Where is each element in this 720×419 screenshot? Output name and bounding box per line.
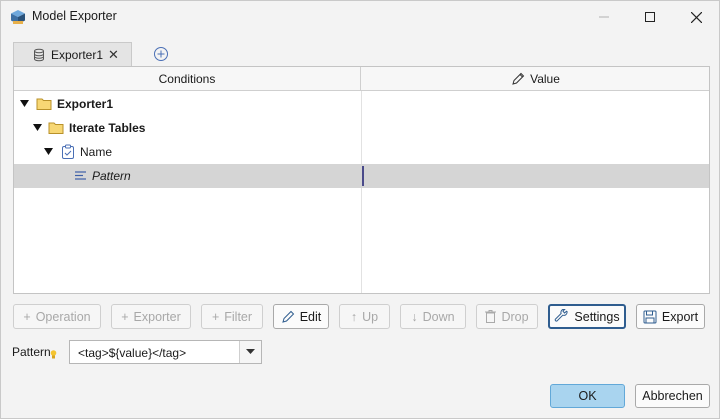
export-button[interactable]: Export [636, 304, 705, 329]
add-operation-button[interactable]: + Operation [13, 304, 101, 329]
text-lines-icon [75, 171, 86, 180]
add-exporter-button[interactable]: + Exporter [111, 304, 191, 329]
model-exporter-window: Model Exporter Exporter1 ✕ Conditions Va… [0, 0, 720, 419]
drop-button[interactable]: Drop [476, 304, 538, 329]
plus-icon: + [121, 309, 129, 324]
ok-label: OK [578, 389, 597, 403]
trash-icon [485, 310, 497, 323]
plus-icon: + [211, 309, 220, 324]
pencil-icon [281, 310, 295, 324]
column-conditions-label: Conditions [158, 72, 216, 86]
export-label: Export [661, 309, 699, 324]
pattern-combobox[interactable]: <tag>${value}</tag> [69, 340, 262, 364]
tree-row-label: Iterate Tables [69, 121, 146, 135]
close-button[interactable] [673, 1, 719, 33]
expanded-arrow-icon[interactable] [20, 99, 29, 108]
tree-row-name[interactable]: Name [14, 140, 709, 164]
arrow-down-icon: ↓ [411, 309, 418, 324]
arrow-up-icon: ↑ [350, 309, 358, 324]
column-header-value[interactable]: Value [362, 67, 709, 91]
edit-label: Edit [299, 309, 322, 324]
tree-row-label: Exporter1 [57, 97, 114, 111]
cancel-button[interactable]: Abbrechen [635, 384, 710, 408]
expanded-arrow-icon[interactable] [33, 123, 42, 132]
close-icon [690, 11, 702, 23]
database-icon [34, 48, 44, 61]
folder-icon [36, 98, 52, 110]
tree-row-label: Pattern [92, 169, 131, 183]
pattern-dropdown-button[interactable] [239, 341, 261, 363]
move-down-button[interactable]: ↓ Down [400, 304, 466, 329]
tree-header: Conditions Value [14, 67, 709, 91]
folder-icon [48, 122, 64, 134]
down-label: Down [422, 309, 455, 324]
pattern-input[interactable]: <tag>${value}</tag> [78, 346, 186, 360]
lightbulb-icon[interactable] [50, 350, 57, 359]
minimize-icon [599, 16, 609, 18]
clipboard-icon [62, 144, 74, 159]
tab-label: Exporter1 [51, 47, 104, 62]
ok-button[interactable]: OK [550, 384, 625, 408]
save-icon [643, 310, 657, 324]
window-title: Model Exporter [32, 9, 117, 23]
tree-row-label: Name [80, 145, 113, 159]
expanded-arrow-icon[interactable] [44, 147, 53, 156]
settings-label: Settings [574, 309, 620, 324]
up-label: Up [362, 309, 379, 324]
plus-icon: + [23, 309, 31, 324]
value-edit-cursor[interactable] [362, 166, 364, 186]
maximize-button[interactable] [627, 1, 673, 33]
column-header-conditions[interactable]: Conditions [14, 67, 361, 91]
wrench-icon [554, 309, 569, 324]
operation-label: Operation [35, 309, 91, 324]
add-tab-icon[interactable] [153, 46, 169, 62]
tree-row-exporter1[interactable]: Exporter1 [14, 92, 709, 116]
edit-button[interactable]: Edit [273, 304, 329, 329]
tab-exporter1[interactable]: Exporter1 ✕ [13, 42, 132, 66]
conditions-tree-table[interactable]: Conditions Value Exporter1 Iterate Table… [13, 66, 710, 294]
add-filter-button[interactable]: + Filter [201, 304, 263, 329]
pattern-field-label: Pattern [12, 345, 51, 359]
column-value-label: Value [530, 72, 560, 86]
exporter-label: Exporter [133, 309, 181, 324]
filter-label: Filter [224, 309, 253, 324]
tree-row-iterate-tables[interactable]: Iterate Tables [14, 116, 709, 140]
settings-button[interactable]: Settings [548, 304, 626, 329]
tab-close-icon[interactable]: ✕ [108, 47, 119, 63]
minimize-button[interactable] [581, 1, 627, 33]
chevron-down-icon [246, 349, 255, 354]
cube-app-icon [11, 10, 25, 24]
tree-row-pattern[interactable]: Pattern [14, 164, 709, 188]
drop-label: Drop [501, 309, 529, 324]
title-bar[interactable]: Model Exporter [1, 1, 719, 33]
maximize-icon [645, 12, 655, 22]
pencil-icon [512, 72, 525, 85]
cancel-label: Abbrechen [642, 389, 703, 403]
move-up-button[interactable]: ↑ Up [339, 304, 390, 329]
